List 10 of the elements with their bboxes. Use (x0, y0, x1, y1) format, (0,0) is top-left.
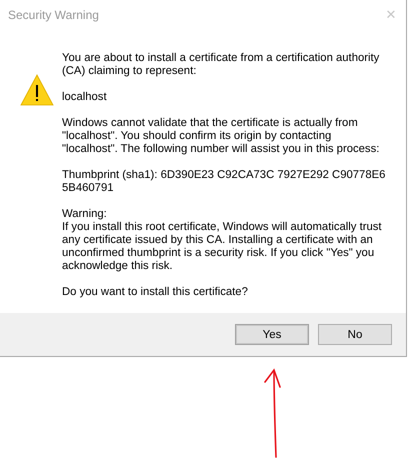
message-text: Windows cannot validate that the certificate is actually from "localhost". You should confirm its origin by contacting "localhost". The following number will assist you in this process: (62, 117, 380, 156)
warning-icon (20, 74, 54, 106)
dialog-button[interactable]: No (318, 324, 392, 345)
dialog-button[interactable]: Yes (235, 324, 309, 345)
message-text: Warning: If you install this root certificate, Windows will automatically trust any certificate issued by this CA. Installing a certificate with an unconfirmed thumbprint is a security risk. If you click "Yes" you acknowledge this risk. (62, 208, 383, 273)
message-text: localhost (62, 91, 108, 104)
message-text: You are about to install a certificate from a certification authority (CA) claiming to represent: (62, 52, 380, 78)
message-text: Thumbprint (sha1): 6D390E23 C92CA73C 7927E292 C90778E6 5B460791 (62, 169, 386, 195)
message-text: Do you want to install this certificate? (62, 286, 249, 299)
window-title: Security Warning (8, 8, 99, 22)
